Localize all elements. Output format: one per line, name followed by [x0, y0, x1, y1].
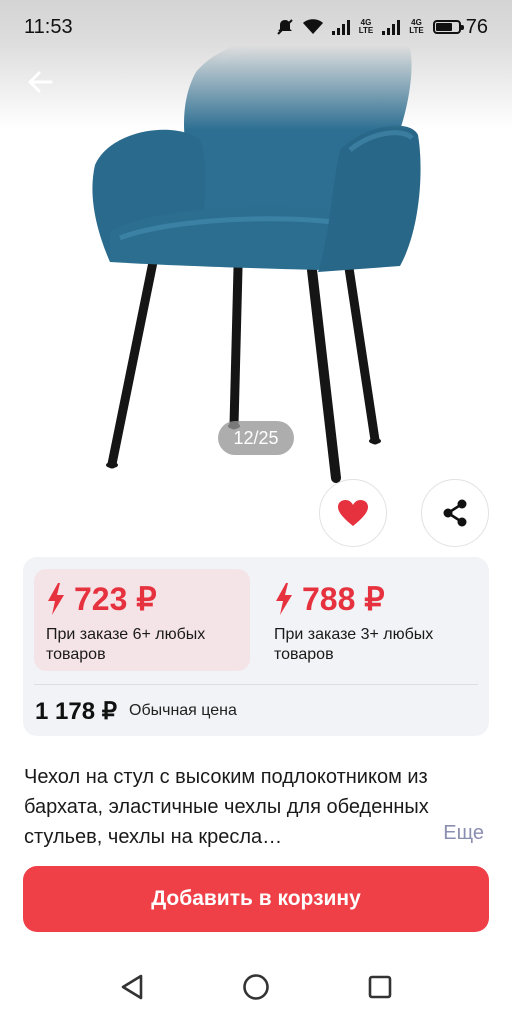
status-icons: 4G LTE 4G LTE 76 — [276, 16, 488, 39]
price-card: 723 ₽ При заказе 6+ любых товаров 788 ₽ … — [23, 557, 489, 736]
circle-home-icon — [243, 974, 269, 1000]
mute-notifications-icon — [277, 19, 293, 35]
regular-price: 1 178 ₽ — [35, 697, 117, 725]
nav-back-button[interactable] — [107, 962, 157, 1012]
description-text: Чехол на стул с высоким подлокотником из… — [24, 766, 429, 848]
triangle-back-icon — [121, 974, 143, 1000]
tier-note: При заказе 3+ любых товаров — [274, 626, 434, 663]
back-button[interactable] — [20, 62, 60, 102]
product-description: Чехол на стул с высоким подлокотником из… — [24, 762, 490, 848]
lightning-icon — [276, 583, 292, 615]
price-tier-6plus[interactable]: 723 ₽ При заказе 6+ любых товаров — [34, 569, 250, 671]
heart-icon — [338, 500, 368, 526]
nav-home-button[interactable] — [231, 962, 281, 1012]
arrow-left-icon — [28, 71, 53, 93]
status-bar: 11:53 4G LTE 4G LTE 76 — [0, 0, 512, 54]
square-recents-icon — [368, 975, 392, 999]
signal-icon — [331, 19, 350, 35]
network-type-2: 4G LTE — [409, 18, 424, 35]
tier-price: 788 ₽ — [302, 581, 385, 617]
regular-price-row: 1 178 ₽ Обычная цена — [35, 693, 237, 729]
share-button[interactable] — [421, 479, 489, 547]
regular-price-label: Обычная цена — [129, 702, 237, 719]
tier-price-row: 788 ₽ — [274, 579, 466, 619]
price-tier-3plus[interactable]: 788 ₽ При заказе 3+ любых товаров — [262, 569, 478, 671]
tier-note: При заказе 6+ любых товаров — [46, 626, 206, 663]
nav-recents-button[interactable] — [355, 962, 405, 1012]
signal-icon-2 — [382, 19, 401, 35]
price-divider — [34, 684, 478, 685]
battery-icon — [432, 20, 464, 34]
tier-price-row: 723 ₽ — [46, 579, 238, 619]
battery-indicator: 76 — [432, 15, 488, 39]
lightning-icon — [48, 583, 64, 615]
image-counter: 12/25 — [218, 421, 294, 455]
tier-price: 723 ₽ — [74, 581, 157, 617]
status-time: 11:53 — [24, 15, 73, 38]
wifi-icon — [302, 19, 323, 34]
network-type-1: 4G LTE — [358, 18, 374, 35]
show-more-link[interactable]: Еще — [439, 818, 484, 848]
share-icon — [443, 499, 467, 527]
favorite-button[interactable] — [319, 479, 387, 547]
add-to-cart-button[interactable]: Добавить в корзину — [23, 866, 489, 932]
system-nav-bar — [0, 950, 512, 1024]
battery-level: 76 — [465, 15, 488, 38]
